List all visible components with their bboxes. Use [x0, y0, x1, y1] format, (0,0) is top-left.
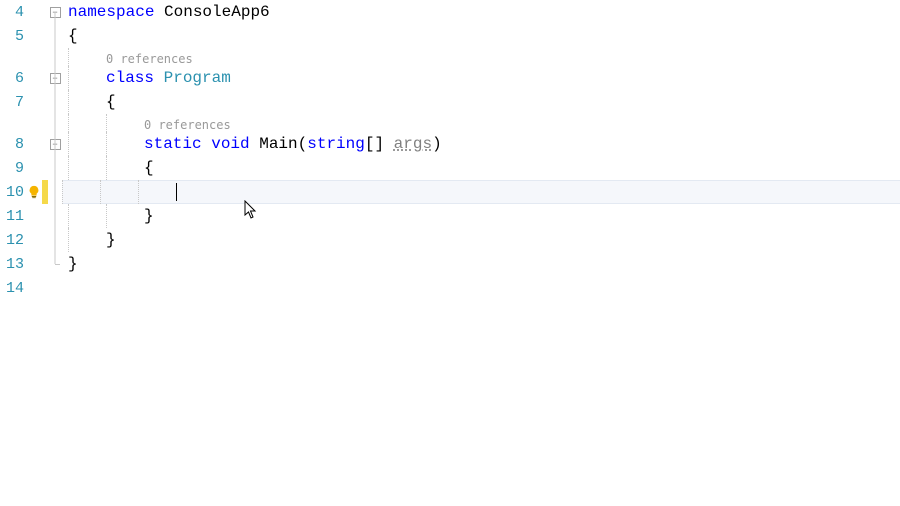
- keyword-namespace: namespace: [68, 3, 154, 21]
- code-editor[interactable]: 4 − 5 6: [0, 0, 900, 506]
- param-args: args: [394, 135, 432, 153]
- close-paren: ): [432, 135, 442, 153]
- glyph-margin: [26, 252, 42, 276]
- outline-guide: [48, 24, 62, 48]
- keyword-string: string: [307, 135, 365, 153]
- line-number-spacer: [0, 114, 26, 132]
- glyph-margin: [26, 48, 42, 66]
- brace: }: [68, 255, 78, 273]
- line-number: 5: [0, 28, 26, 45]
- code-line[interactable]: }: [62, 204, 900, 228]
- glyph-margin: [26, 132, 42, 156]
- code-line[interactable]: }: [62, 228, 900, 252]
- codelens[interactable]: 0 references: [62, 114, 900, 132]
- glyph-margin: [26, 0, 42, 24]
- space: [202, 135, 212, 153]
- codelens[interactable]: 0 references: [62, 48, 900, 66]
- outline-guide: [48, 48, 62, 66]
- line-number-spacer: [0, 48, 26, 66]
- code-line[interactable]: class Program: [62, 66, 900, 90]
- glyph-margin: [26, 228, 42, 252]
- method-name: Main(: [250, 135, 308, 153]
- gutter: 4 − 5 6: [0, 0, 62, 506]
- codelens-text[interactable]: 0 references: [106, 52, 193, 66]
- fold-toggle[interactable]: −: [48, 66, 62, 90]
- outline-guide: [48, 114, 62, 132]
- line-number: 6: [0, 70, 26, 87]
- line-number: 9: [0, 160, 26, 177]
- brace: }: [106, 231, 116, 249]
- outline-guide: [48, 204, 62, 228]
- text-cursor: [176, 183, 177, 201]
- brace: {: [106, 93, 116, 111]
- line-number: 13: [0, 256, 26, 273]
- code-line[interactable]: {: [62, 90, 900, 114]
- fold-toggle[interactable]: −: [48, 132, 62, 156]
- line-number: 7: [0, 94, 26, 111]
- keyword-class: class: [106, 69, 154, 87]
- code-line[interactable]: [62, 276, 900, 300]
- current-line-highlight: [62, 180, 900, 204]
- line-number: 14: [0, 280, 26, 297]
- brace: {: [68, 27, 78, 45]
- glyph-margin: [26, 24, 42, 48]
- keyword-void: void: [211, 135, 249, 153]
- outline-guide: [48, 276, 62, 300]
- line-number: 11: [0, 208, 26, 225]
- line-number: 12: [0, 232, 26, 249]
- code-line[interactable]: {: [62, 24, 900, 48]
- namespace-name: ConsoleApp6: [154, 3, 269, 21]
- array-brackets: []: [365, 135, 394, 153]
- outline-guide: [48, 90, 62, 114]
- brace: {: [144, 159, 154, 177]
- outline-guide: [48, 228, 62, 252]
- code-line[interactable]: static void Main(string[] args): [62, 132, 900, 156]
- code-line[interactable]: namespace ConsoleApp6: [62, 0, 900, 24]
- code-area[interactable]: namespace ConsoleApp6 { 0 references cla…: [62, 0, 900, 506]
- line-number: 4: [0, 4, 26, 21]
- line-number: 10: [0, 184, 26, 201]
- glyph-margin: [26, 204, 42, 228]
- glyph-margin: [26, 66, 42, 90]
- outline-guide-end: [48, 252, 62, 276]
- glyph-margin: [26, 276, 42, 300]
- lightbulb-icon[interactable]: [26, 180, 42, 204]
- code-line-current[interactable]: [62, 180, 900, 204]
- keyword-static: static: [144, 135, 202, 153]
- line-number: 8: [0, 136, 26, 153]
- glyph-margin: [26, 156, 42, 180]
- glyph-margin: [26, 90, 42, 114]
- glyph-margin: [26, 114, 42, 132]
- codelens-text[interactable]: 0 references: [144, 118, 231, 132]
- outline-guide: [48, 180, 62, 204]
- type-name: Program: [154, 69, 231, 87]
- code-line[interactable]: }: [62, 252, 900, 276]
- fold-toggle[interactable]: −: [48, 0, 62, 24]
- outline-guide: [48, 156, 62, 180]
- code-line[interactable]: {: [62, 156, 900, 180]
- brace: }: [144, 207, 154, 225]
